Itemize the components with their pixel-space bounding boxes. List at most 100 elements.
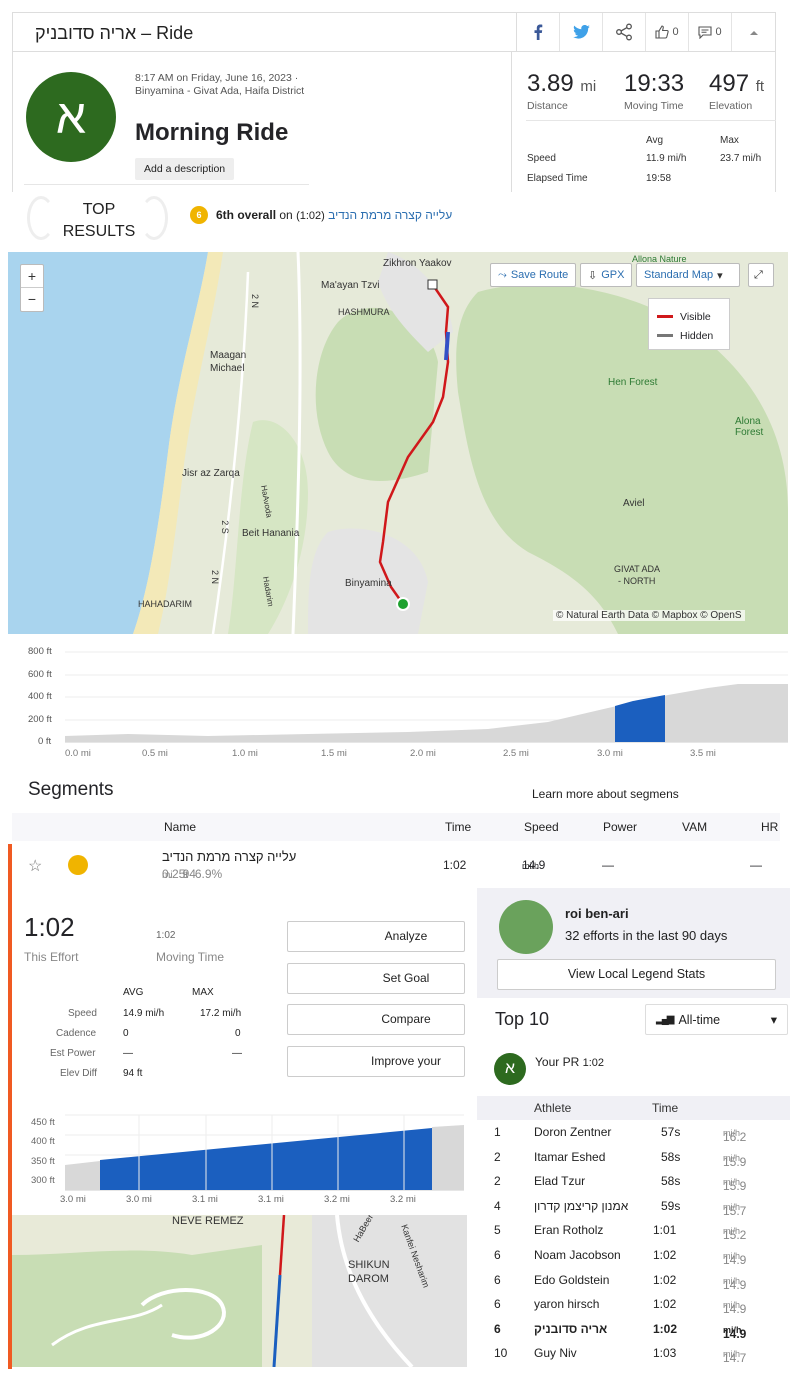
speed-value: 15.2 [723, 1228, 747, 1243]
gpx-button[interactable]: ⇩ GPX [580, 263, 633, 287]
rank: 2 [494, 1174, 501, 1189]
athlete-name[interactable]: Edo Goldstein [534, 1273, 609, 1287]
top10-header: Top 10 ▂▄▆ All-time ▾ [477, 998, 790, 1044]
leaderboard-row[interactable]: 6 Noam Jacobson 1:02 14.9 mi/h [477, 1243, 790, 1267]
segment-row[interactable]: ☆ עלייה קצרה מרמת הנדיב 0.25 mi 94 ft 6.… [12, 844, 614, 888]
col-power: Power [603, 820, 638, 834]
legend-name[interactable]: roi ben-ari [565, 906, 629, 921]
athlete-name[interactable]: אמנון קריצמן קדרון [534, 1199, 628, 1213]
athlete-name[interactable]: Doron Zentner [534, 1125, 611, 1139]
athlete-name[interactable]: Elad Tzur [534, 1174, 585, 1188]
map-place-label: Zikhron Yaakov [383, 258, 452, 269]
speed-value: 14.9 [723, 1253, 747, 1267]
achievement-segment-link[interactable]: עלייה קצרה מרמת הנדיב [328, 208, 452, 222]
share-button[interactable] [603, 13, 646, 51]
achievement: 6 6th overall on (1:02) עלייה קצרה מרמת … [190, 206, 452, 224]
save-route-button[interactable]: ⤳ Save Route [490, 263, 577, 287]
legend-efforts: 32 efforts in the last 90 days [565, 928, 728, 943]
effort-max-header: MAX [192, 987, 214, 998]
speed-value: 15.9 [723, 1154, 747, 1169]
star-icon[interactable]: ☆ [28, 856, 42, 876]
max-header: Max [720, 135, 739, 146]
effort-elevation-area [432, 1125, 464, 1190]
segment-map[interactable]: NEVE REMEZ HaBeer Kanfei Nesharim SHIKUN… [12, 1215, 467, 1367]
athlete-name[interactable]: yaron hirsch [534, 1297, 599, 1311]
athlete-speed: 15.9 mi/h [723, 1174, 746, 1193]
learn-more-link[interactable]: Learn more about segmens [532, 787, 679, 801]
comment-count: 0 [715, 26, 722, 38]
leaderboard-row[interactable]: 1 Doron Zentner 57s 16.2 mi/h [477, 1120, 790, 1144]
twitter-share-button[interactable] [560, 13, 603, 51]
activity-meta: 8:17 AM on Friday, June 16, 2023 · Binya… [135, 72, 315, 98]
kudos-count: 0 [672, 26, 679, 38]
avg-header: Avg [646, 135, 664, 146]
leaderboard-row[interactable]: 10 Guy Niv 1:03 14.7 mi/h [477, 1341, 790, 1365]
leaderboard-row[interactable]: 6 Edo Goldstein 1:02 14.9 mi/h [477, 1268, 790, 1292]
view-local-legend-button[interactable]: View Local Legend Stats [497, 959, 776, 990]
elapsed-label: Elapsed Time [527, 173, 588, 184]
map-type-select[interactable]: Standard Map ▾ [636, 263, 740, 287]
rank: 6 [494, 1248, 501, 1262]
leaderboard-row[interactable]: 2 Itamar Eshed 58s 15.9 mi/h [477, 1145, 790, 1169]
y-tick: 300 ft [31, 1175, 55, 1186]
personal-record: א Your PR 1:02 [477, 1044, 790, 1096]
add-description-button[interactable]: Add a description [135, 158, 235, 180]
leaderboard-row[interactable]: 4 אמנון קריצמן קדרון 59s 15.7 mi/h [477, 1194, 790, 1218]
activity-location: Binyamina - Givat Ada, Haifa District [135, 85, 305, 97]
speed-value: 14.9 [723, 1326, 747, 1341]
effort-details: 1:02 This Effort 1:02 Moving Time AVG MA… [12, 890, 472, 1210]
facebook-icon [534, 24, 543, 40]
athlete-name[interactable]: Guy Niv [534, 1346, 577, 1360]
athlete-name[interactable]: Itamar Eshed [534, 1150, 605, 1164]
leaderboard-row[interactable]: 6 yaron hirsch 1:02 14.9 mi/h [477, 1292, 790, 1316]
twitter-icon [572, 25, 590, 39]
fullscreen-button[interactable]: ⤢ [748, 263, 774, 287]
collapse-button[interactable] [732, 13, 775, 51]
zoom-out-button[interactable]: − [21, 288, 43, 311]
col-time: Time [445, 820, 472, 834]
elevation-chart[interactable]: 800 ft 600 ft 400 ft 200 ft 0 ft 0.0 mi … [8, 640, 788, 760]
top-results-label: TOP RESULTS [62, 201, 136, 240]
kudos-button[interactable]: 0 [646, 13, 689, 51]
segment-name-link[interactable]: עלייה קצרה מרמת הנדיב [162, 849, 296, 864]
activity-datetime: 8:17 AM on Friday, June 16, 2023 · [135, 72, 299, 84]
athlete-name[interactable]: Eran Rotholz [534, 1223, 603, 1237]
x-tick: 3.0 mi [126, 1194, 152, 1205]
leaderboard-row[interactable]: 6 אריה סדובניק 1:02 14.9 mi/h [477, 1317, 790, 1341]
leaderboard-table: Athlete Time 1 Doron Zentner 57s 16.2 mi/h 2… [477, 1096, 790, 1367]
route-segment-highlight [272, 1274, 282, 1367]
legend-avatar[interactable] [499, 900, 553, 954]
athlete-speed: 14.9 mi/h [723, 1248, 746, 1267]
map-place-label: HASHMURA [338, 307, 390, 317]
elevation-svg [65, 651, 788, 743]
comment-icon [698, 25, 712, 39]
athlete-name[interactable]: Noam Jacobson [534, 1248, 621, 1262]
speed-max: 23.7 mi/h [720, 153, 762, 164]
avatar[interactable]: א [26, 72, 116, 162]
analyze-button[interactable]: Analyze [287, 921, 465, 952]
set-goal-button[interactable]: Set Goal [287, 963, 465, 994]
athlete-time: 1:03 [653, 1346, 677, 1361]
time-filter-select[interactable]: ▂▄▆ All-time ▾ [645, 1004, 788, 1035]
comment-button[interactable]: 0 [689, 13, 732, 51]
athlete-time: 59s [661, 1198, 681, 1213]
speed-value: 15.7 [723, 1203, 747, 1218]
athlete-name[interactable]: אריה סדובניק [534, 1322, 607, 1336]
legend-swatch-hidden [657, 334, 673, 337]
y-tick: 350 ft [31, 1156, 55, 1167]
improve-button[interactable]: Improve your [287, 1046, 465, 1077]
compare-button[interactable]: Compare [287, 1004, 465, 1035]
rank: 4 [494, 1198, 501, 1213]
facebook-share-button[interactable] [517, 13, 560, 51]
route-visible-line [278, 1215, 286, 1276]
zoom-in-button[interactable]: + [21, 265, 43, 288]
effort-row-label: Speed [68, 1008, 97, 1019]
legend-hidden: Hidden [680, 329, 714, 342]
effort-moving-time: 1:02 [156, 930, 176, 941]
start-marker-icon [396, 597, 410, 611]
leaderboard-row[interactable]: 2 Elad Tzur 58s 15.9 mi/h [477, 1169, 790, 1193]
map-place-label: HAHADARIM [138, 599, 193, 609]
leaderboard-row[interactable]: 5 Eran Rotholz 1:01 15.2 mi/h [477, 1218, 790, 1242]
map-road-label: 2 N [250, 293, 261, 309]
route-map[interactable]: + − ⤳ Save Route ⇩ GPX Standard Map ▾ ⤢ Vis… [8, 252, 788, 634]
